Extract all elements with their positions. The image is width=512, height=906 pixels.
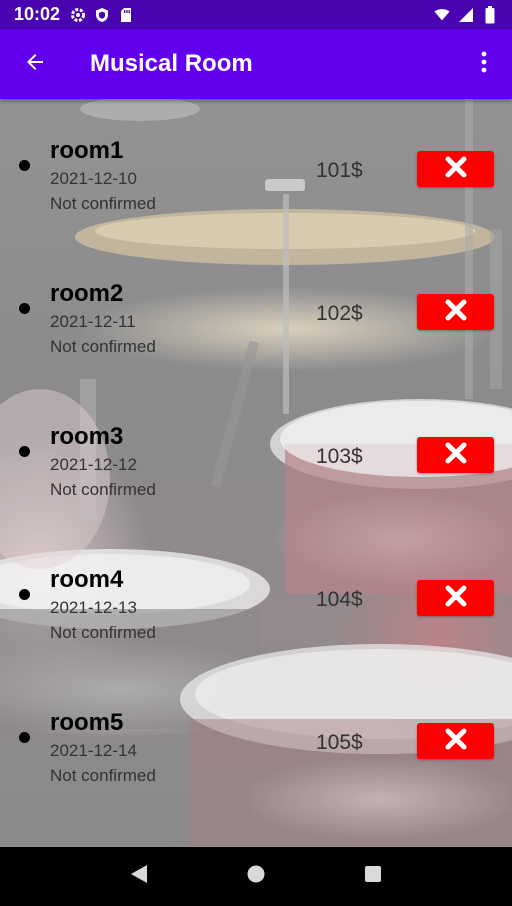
room-name: room1: [50, 137, 124, 164]
bullet-icon: [19, 589, 30, 600]
close-icon: [444, 298, 468, 327]
booking-price: 105$: [316, 731, 363, 754]
status-icons-left: [70, 7, 134, 23]
delete-booking-button[interactable]: [417, 580, 494, 616]
room-name: room5: [50, 709, 124, 736]
battery-icon: [482, 5, 498, 23]
booking-status: Not confirmed: [50, 194, 156, 213]
nav-recents-button[interactable]: [348, 852, 398, 902]
bullet-icon: [19, 446, 30, 457]
booking-status: Not confirmed: [50, 766, 156, 785]
delete-booking-button[interactable]: [417, 723, 494, 759]
list-item: room2 2021-12-11 Not confirmed 102$: [0, 242, 512, 362]
room-name: room4: [50, 566, 124, 593]
booking-price: 102$: [316, 302, 363, 325]
bullet-icon: [19, 303, 30, 314]
sd-card-icon: [118, 7, 134, 23]
status-icons-right: [434, 5, 498, 23]
app-bar: Musical Room: [0, 29, 512, 99]
gear-icon: [70, 7, 86, 23]
more-vert-icon: [481, 51, 487, 78]
booking-date: 2021-12-13: [50, 598, 137, 617]
room-name: room3: [50, 423, 124, 450]
bullet-icon: [19, 732, 30, 743]
booking-status: Not confirmed: [50, 480, 156, 499]
more-options-button[interactable]: [456, 29, 512, 99]
booking-price: 101$: [316, 159, 363, 182]
booking-date: 2021-12-11: [50, 312, 136, 331]
page-title: Musical Room: [90, 50, 253, 77]
back-button[interactable]: [0, 29, 70, 99]
booking-status: Not confirmed: [50, 623, 156, 642]
wifi-icon: [434, 7, 450, 23]
booking-price: 104$: [316, 588, 363, 611]
close-icon: [444, 441, 468, 470]
list-item: room1 2021-12-10 Not confirmed 101$: [0, 99, 512, 219]
close-icon: [444, 727, 468, 756]
booking-price: 103$: [316, 445, 363, 468]
close-icon: [444, 584, 468, 613]
nav-back-button[interactable]: [114, 852, 164, 902]
home-circle-icon: [246, 864, 266, 889]
bullet-icon: [19, 160, 30, 171]
list-item: room5 2021-12-14 Not confirmed 105$: [0, 671, 512, 791]
list-item: room4 2021-12-13 Not confirmed 104$: [0, 528, 512, 648]
delete-booking-button[interactable]: [417, 437, 494, 473]
booking-date: 2021-12-12: [50, 455, 137, 474]
cell-signal-icon: [458, 7, 474, 23]
room-name: room2: [50, 280, 124, 307]
booking-date: 2021-12-10: [50, 169, 137, 188]
recents-square-icon: [364, 865, 382, 888]
booking-list-area: room1 2021-12-10 Not confirmed 101$ room…: [0, 99, 512, 847]
booking-date: 2021-12-14: [50, 741, 137, 760]
shield-icon: [94, 7, 110, 23]
delete-booking-button[interactable]: [417, 294, 494, 330]
nav-home-button[interactable]: [231, 852, 281, 902]
system-nav-bar: [0, 847, 512, 906]
delete-booking-button[interactable]: [417, 151, 494, 187]
list-item: room3 2021-12-12 Not confirmed 103$: [0, 385, 512, 505]
booking-status: Not confirmed: [50, 337, 156, 356]
back-triangle-icon: [129, 863, 149, 890]
close-icon: [444, 155, 468, 184]
status-bar: 10:02: [0, 0, 512, 29]
arrow-back-icon: [23, 50, 47, 79]
status-time: 10:02: [14, 4, 61, 24]
